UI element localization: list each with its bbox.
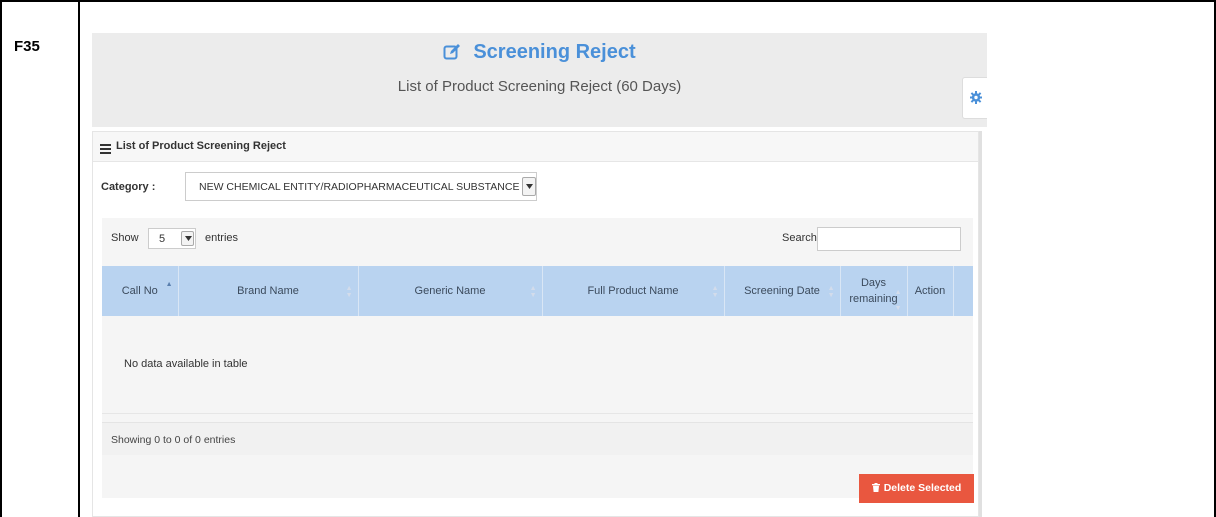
page-length-select[interactable]: 5 xyxy=(148,228,196,249)
page-title: Screening Reject xyxy=(92,41,987,67)
page-header: Screening Reject List of Product Screeni… xyxy=(92,33,987,127)
search-input[interactable] xyxy=(817,227,961,251)
list-panel: List of Product Screening Reject Categor… xyxy=(92,131,979,517)
column-header-brand-name[interactable]: Brand Name ▲ ▼ xyxy=(178,266,359,316)
panel-heading: List of Product Screening Reject xyxy=(93,132,978,162)
datatable-info: Showing 0 to 0 of 0 entries xyxy=(111,434,236,446)
column-header-full-product-name[interactable]: Full Product Name ▲ ▼ xyxy=(542,266,725,316)
column-header-generic-name[interactable]: Generic Name ▲ ▼ xyxy=(358,266,543,316)
panel-title: List of Product Screening Reject xyxy=(116,140,286,152)
list-icon xyxy=(100,141,111,159)
column-header-action: Action xyxy=(907,266,954,316)
gear-icon xyxy=(970,91,982,104)
chevron-down-icon xyxy=(181,231,194,246)
sort-icon: ▲ ▼ xyxy=(827,285,835,299)
entries-label: entries xyxy=(205,232,239,244)
page-length-value: 5 xyxy=(159,233,166,245)
table-row: No data available in table xyxy=(102,316,973,414)
search-label: Search: xyxy=(782,232,820,244)
results-table: Call No ▲ Brand Name ▲ ▼ Generic Name ▲ ▼ Ful… xyxy=(102,266,973,414)
sort-icon: ▲ ▼ xyxy=(345,285,353,299)
sort-asc-icon: ▲ xyxy=(165,281,173,288)
settings-toggle[interactable] xyxy=(962,77,987,119)
table-header-row: Call No ▲ Brand Name ▲ ▼ Generic Name ▲ ▼ Ful… xyxy=(102,266,973,316)
page-title-text: Screening Reject xyxy=(473,41,636,63)
sort-icon: ▲ ▼ xyxy=(894,289,902,312)
panel-edge xyxy=(979,131,982,517)
datatable-info-bar: Showing 0 to 0 of 0 entries xyxy=(102,422,973,455)
delete-selected-button[interactable]: Delete Selected xyxy=(859,474,974,503)
column-header-screening-date[interactable]: Screening Date ▲ ▼ xyxy=(724,266,841,316)
delete-selected-label: Delete Selected xyxy=(883,482,962,494)
trash-icon xyxy=(871,475,880,504)
sort-icon: ▲ ▼ xyxy=(529,285,537,299)
column-header-call-no[interactable]: Call No ▲ xyxy=(102,266,179,316)
category-select[interactable]: NEW CHEMICAL ENTITY/RADIOPHARMACEUTICAL … xyxy=(185,172,537,201)
column-header-days-remaining[interactable]: Days remaining ▲ ▼ xyxy=(840,266,908,316)
edit-icon xyxy=(443,43,461,67)
app-screenshot: Screening Reject List of Product Screeni… xyxy=(92,33,987,517)
show-label: Show xyxy=(111,232,139,244)
page-subtitle: List of Product Screening Reject (60 Day… xyxy=(397,78,682,95)
category-label: Category : xyxy=(101,181,156,193)
chevron-down-icon xyxy=(522,177,536,196)
column-header-spacer xyxy=(953,266,973,316)
document-column-divider xyxy=(78,0,80,517)
empty-table-message: No data available in table xyxy=(102,316,973,414)
datatable-controls: Show 5 entries Search: xyxy=(102,218,973,260)
datatable: Show 5 entries Search: Call No ▲ Brand Na… xyxy=(102,218,973,498)
sort-icon: ▲ ▼ xyxy=(711,285,719,299)
category-selected-value: NEW CHEMICAL ENTITY/RADIOPHARMACEUTICAL … xyxy=(199,181,520,193)
row-label: F35 xyxy=(14,38,40,55)
